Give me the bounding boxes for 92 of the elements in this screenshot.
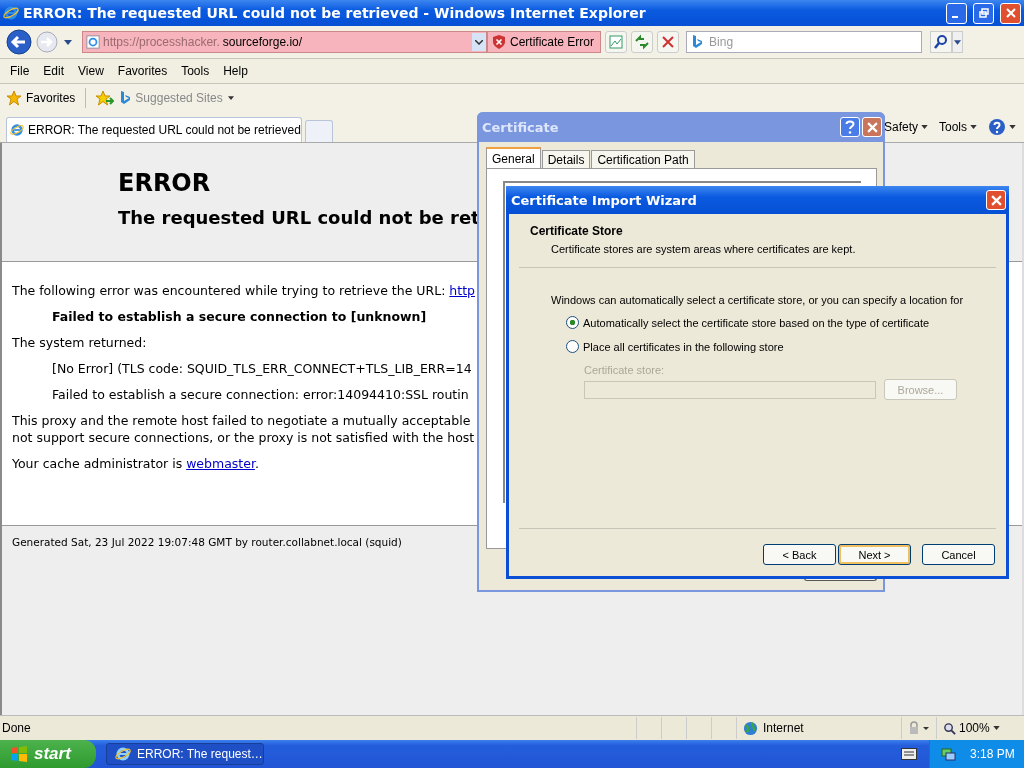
store-field-label: Certificate store:: [584, 364, 666, 376]
caret-icon: [1009, 125, 1016, 129]
dialog-title: Certificate Import Wizard: [511, 192, 697, 208]
bing-logo-icon: [120, 90, 131, 106]
webmaster-link[interactable]: webmaster: [186, 456, 255, 471]
network-icon[interactable]: [940, 746, 956, 762]
dialog-title: Certificate: [482, 119, 559, 135]
address-field[interactable]: https://processhacker. sourceforge.io/: [82, 31, 487, 53]
radio-button[interactable]: [566, 316, 579, 329]
menu-item[interactable]: Tools: [174, 61, 217, 81]
menu-item[interactable]: View: [71, 61, 111, 81]
explanation-text: This proxy and the remote host failed to negotiate a mutually acceptable not support secure connections, or the proxy is not satisfied with the host: [12, 412, 475, 446]
section-description: Certificate stores are system areas where certificates are kept.: [550, 243, 857, 255]
help-icon: [988, 118, 1006, 136]
generated-text: Generated Sat, 23 Jul 2022 19:07:48 GMT by router.collabnet.local (squid): [12, 536, 402, 548]
admin-text: Your cache administrator is webmaster.: [12, 455, 259, 472]
radio-label: Automatically select the certificate store based on the type of certificate: [583, 316, 930, 329]
back-button[interactable]: [6, 29, 32, 55]
url-link[interactable]: http: [449, 283, 475, 298]
close-icon: [1005, 8, 1016, 18]
caret-icon[interactable]: [64, 39, 72, 45]
ie-logo-icon: [10, 123, 24, 137]
caret-icon: [970, 125, 977, 129]
error-detail: [No Error] (TLS code: SQUID_TLS_ERR_CONNECT+TLS_LIB_ERR=14: [51, 360, 472, 377]
magnifier-icon: [943, 721, 956, 735]
caret-icon: [992, 726, 1000, 730]
menu-item[interactable]: File: [3, 61, 37, 81]
dialog-tab[interactable]: General: [486, 147, 541, 168]
search-field[interactable]: Bing: [686, 31, 923, 53]
wizard-button[interactable]: Cancel: [922, 544, 995, 565]
bing-logo-icon: [691, 34, 704, 50]
command-menu-button[interactable]: Safety: [879, 115, 932, 139]
dialog-tab[interactable]: Details: [541, 150, 591, 168]
error-heading: ERROR: [118, 169, 212, 197]
shield-icon: [492, 34, 506, 50]
command-menu-button[interactable]: Tools: [935, 115, 981, 139]
error-title: Failed to establish a secure connection to [unknown]: [51, 308, 427, 325]
system-returned-label: The system returned:: [12, 334, 147, 351]
forward-button[interactable]: [36, 31, 58, 53]
caret-icon: [921, 125, 928, 129]
status-text: Done: [1, 721, 31, 735]
keyboard-icon[interactable]: [901, 748, 917, 760]
ie-logo-icon: [3, 5, 19, 21]
clock-text: 3:18 PM: [970, 747, 1015, 761]
error-subheading: The requested URL could not be ret: [118, 207, 481, 228]
section-title: Certificate Store: [530, 224, 624, 238]
refresh-arrows-icon: [634, 34, 651, 50]
error-detail: Failed to establish a secure connection: error:14094410:SSL routin: [51, 386, 469, 403]
radio-button[interactable]: [566, 340, 579, 353]
wizard-button[interactable]: Next >: [838, 544, 911, 565]
star-with-arrow-icon: [96, 90, 115, 106]
restore-button[interactable]: [973, 2, 994, 24]
search-button[interactable]: [930, 31, 953, 53]
caret-icon: [954, 39, 962, 45]
window-title: ERROR: The requested URL could not be retrieved - Windows Internet Explorer: [23, 5, 646, 21]
browser-tab[interactable]: ERROR: The requested URL could not be retrieved: [6, 117, 302, 142]
close-button[interactable]: [1000, 2, 1021, 24]
close-icon: [866, 121, 878, 133]
search-options-button[interactable]: [952, 31, 964, 53]
error-intro-text: The following error was encountered while trying to retrieve the URL: http: [12, 282, 475, 299]
menu-item[interactable]: Favorites: [110, 61, 175, 81]
security-zone-text: Internet: [763, 721, 804, 735]
star-icon: [6, 90, 22, 106]
taskbar-window-button[interactable]: ERROR: The request…: [106, 743, 264, 765]
ie-logo-icon: [115, 746, 131, 762]
globe-icon: [743, 720, 758, 736]
windows-flag-icon: [10, 745, 28, 763]
menu-item[interactable]: Edit: [36, 61, 72, 81]
add-favorite-button[interactable]: [96, 90, 115, 106]
stop-x-icon: [660, 34, 677, 50]
question-mark-icon: [844, 120, 856, 134]
refresh-button[interactable]: [631, 31, 654, 53]
minimize-button[interactable]: [946, 2, 967, 24]
close-button[interactable]: [986, 190, 1006, 210]
compatibility-button[interactable]: [605, 31, 628, 53]
minimize-icon: [951, 16, 958, 18]
page-icon: [86, 35, 100, 49]
search-icon: [933, 34, 950, 50]
certificate-error-button[interactable]: Certificate Error: [487, 31, 602, 53]
dialog-tab[interactable]: Certification Path: [591, 150, 695, 168]
close-icon: [990, 194, 1002, 206]
wizard-button[interactable]: < Back: [763, 544, 836, 565]
restore-icon: [978, 8, 989, 18]
dropdown-icon: [475, 39, 483, 45]
wizard-instructions: Windows can automatically select a certificate store, or you can specify a location for: [551, 294, 965, 306]
favorites-button[interactable]: Favorites: [6, 90, 76, 106]
stop-button[interactable]: [657, 31, 680, 53]
caret-icon: [227, 96, 234, 100]
radio-label: Place all certificates in the following store: [583, 340, 784, 353]
menu-item[interactable]: Help: [216, 61, 255, 81]
lock-with-caret-icon: [908, 721, 930, 735]
zoom-button[interactable]: 100%: [936, 717, 1024, 739]
